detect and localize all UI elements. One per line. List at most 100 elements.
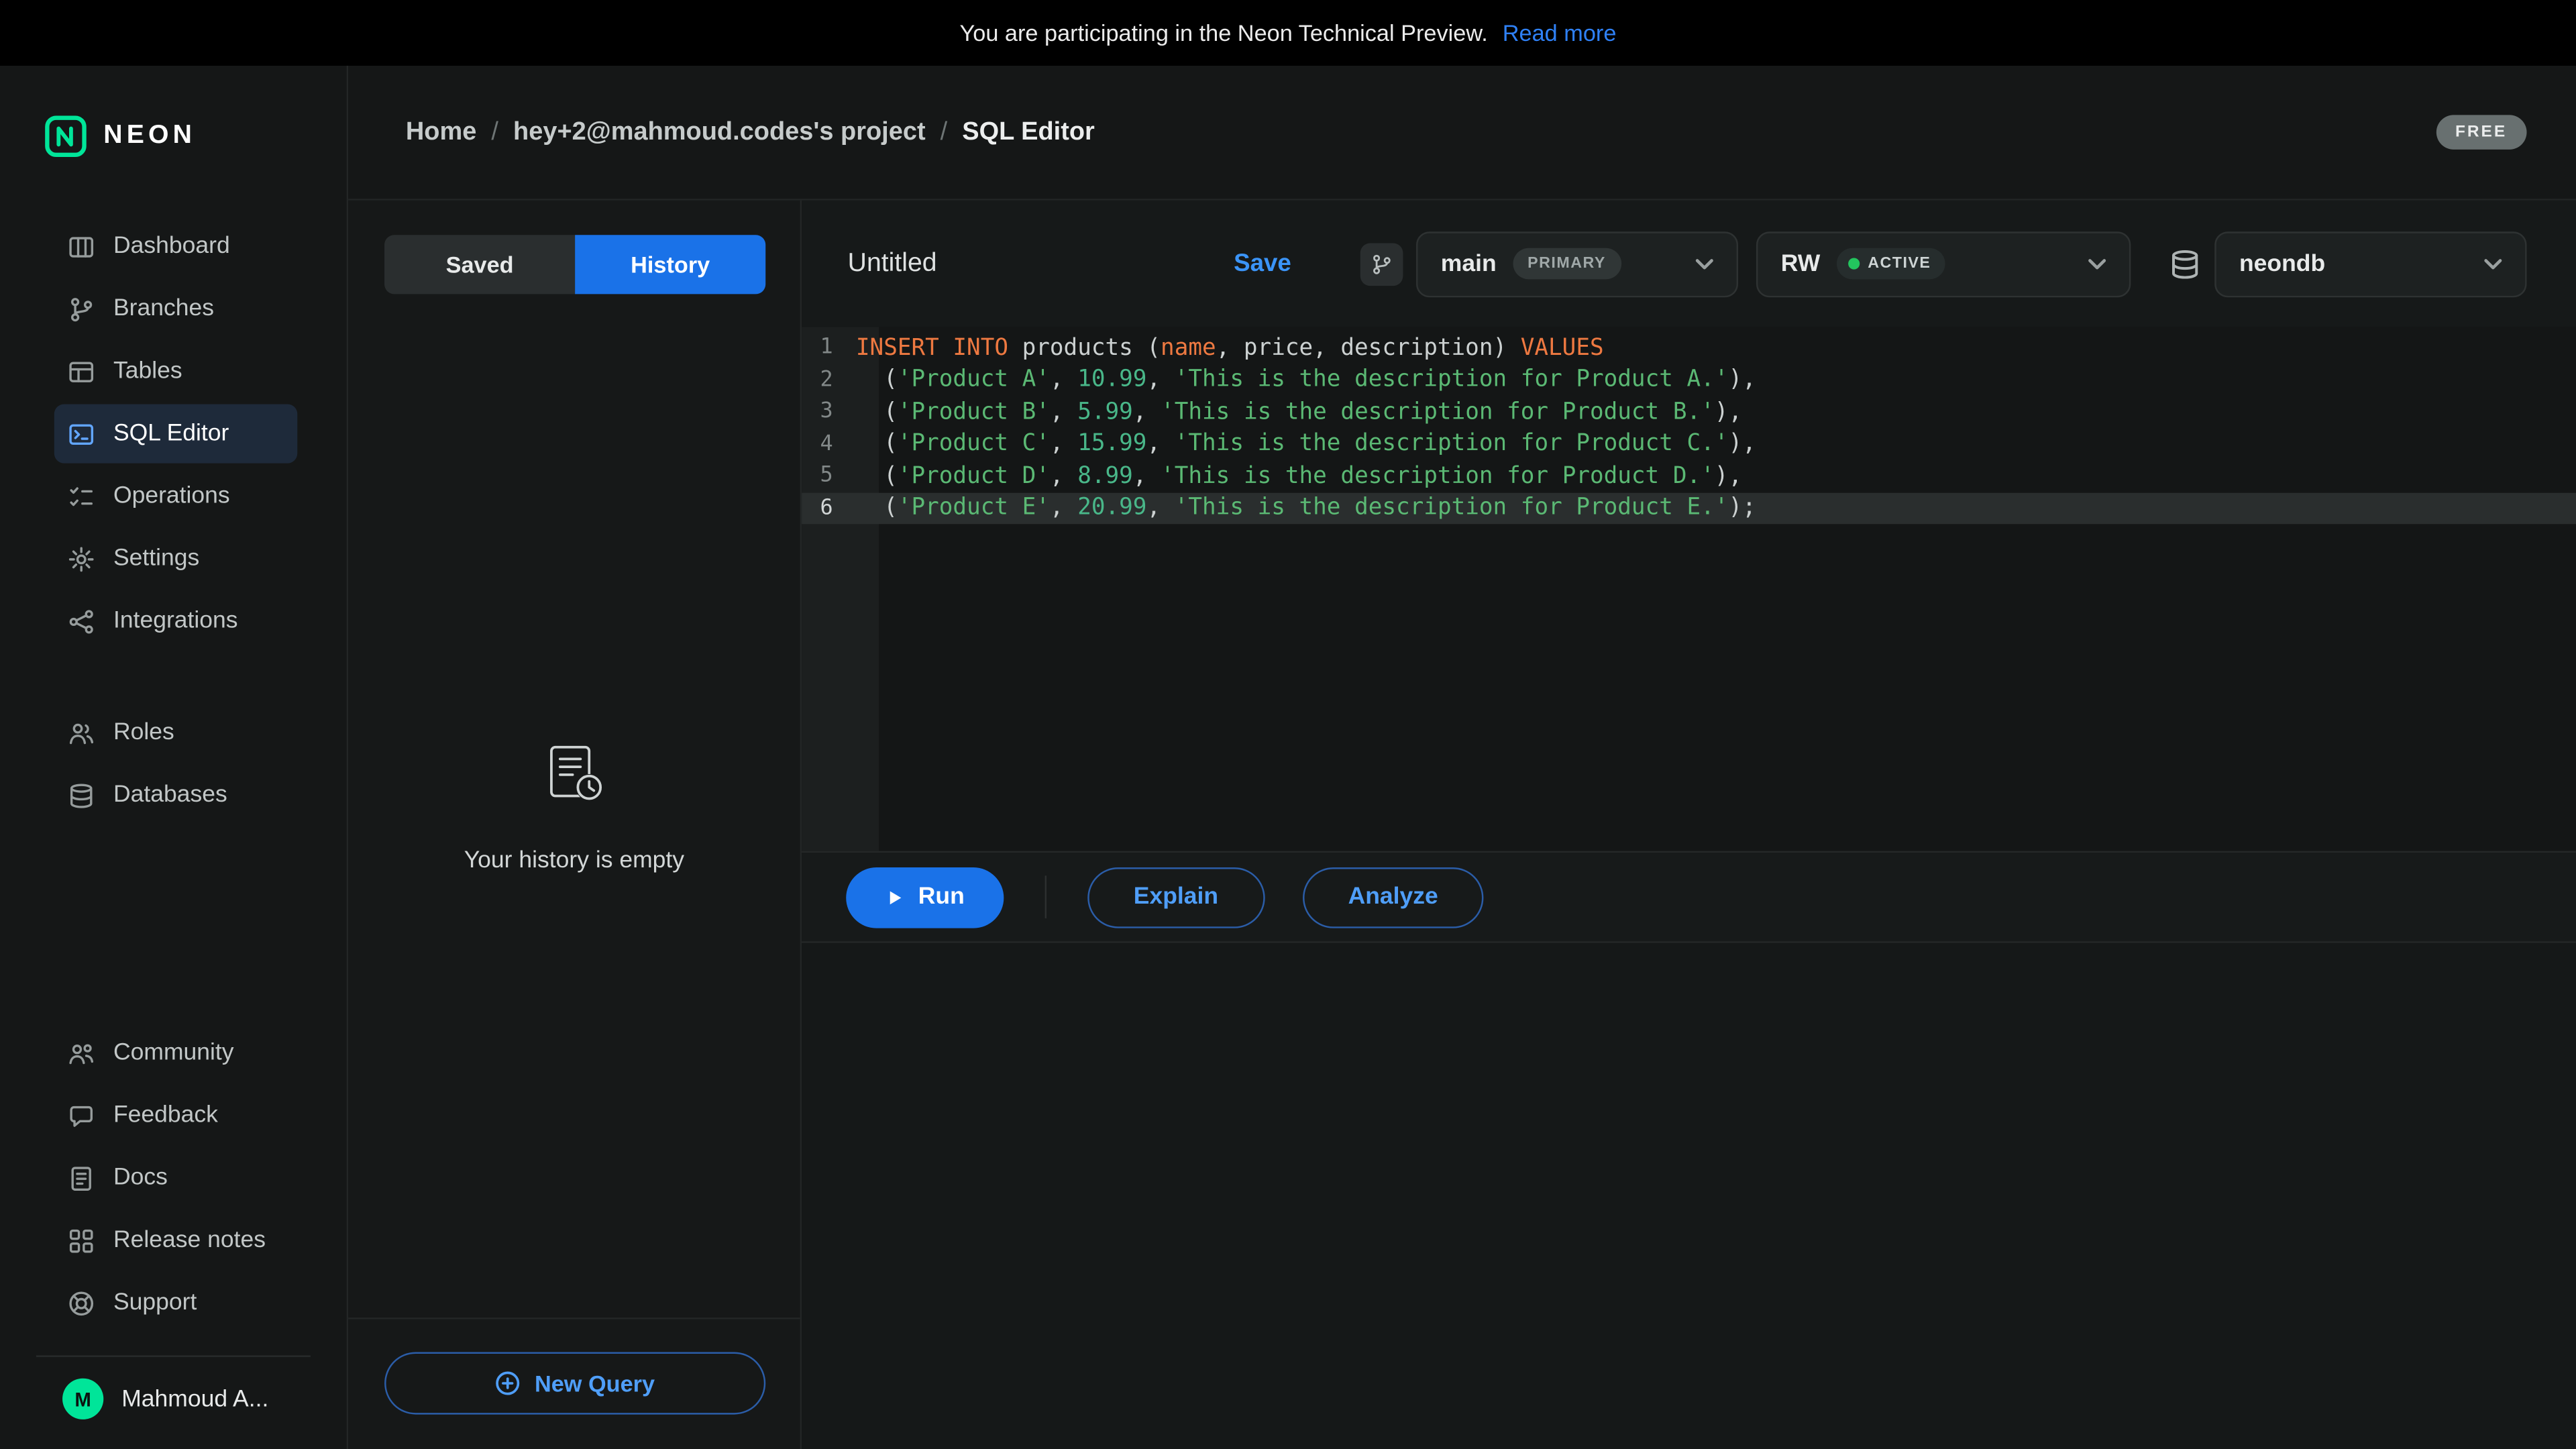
code-line[interactable]: 2 ('Product A', 10.99, 'This is the desc… xyxy=(802,364,2576,396)
neon-logo-icon xyxy=(44,115,87,158)
sidebar-item-dashboard[interactable]: Dashboard xyxy=(54,217,297,276)
code-line-text: ('Product A', 10.99, 'This is the descri… xyxy=(856,367,1756,393)
new-query-button[interactable]: New Query xyxy=(384,1352,765,1415)
compute-name: RW xyxy=(1781,250,1821,276)
status-dot xyxy=(1848,258,1860,269)
community-icon xyxy=(67,1039,95,1067)
compute-select[interactable]: RW ACTIVE xyxy=(1756,231,2131,297)
sidebar-item-label: SQL Editor xyxy=(113,421,229,447)
code-line[interactable]: 1INSERT INTO products (name, price, desc… xyxy=(802,332,2576,364)
breadcrumb-home[interactable]: Home xyxy=(406,117,476,147)
sidebar-item-label: Release notes xyxy=(113,1227,266,1253)
tab-saved[interactable]: Saved xyxy=(384,235,575,294)
database-name: neondb xyxy=(2239,250,2325,276)
save-button[interactable]: Save xyxy=(1234,250,1291,278)
analyze-button[interactable]: Analyze xyxy=(1302,867,1484,928)
docs-icon xyxy=(67,1164,95,1192)
code-editor[interactable]: 1INSERT INTO products (name, price, desc… xyxy=(802,327,2576,851)
plan-badge: FREE xyxy=(2436,115,2527,149)
sidebar: NEON Dashboard Branches Tables SQL Edi xyxy=(0,66,348,1449)
run-button[interactable]: Run xyxy=(846,867,1004,928)
sidebar-item-label: Feedback xyxy=(113,1102,218,1128)
sidebar-item-tables[interactable]: Tables xyxy=(54,341,297,400)
chevron-down-icon xyxy=(1692,252,1717,276)
code-line-text: INSERT INTO products (name, price, descr… xyxy=(856,335,1604,361)
brand-name: NEON xyxy=(103,121,196,151)
database-select[interactable]: neondb xyxy=(2214,231,2526,297)
sidebar-item-operations[interactable]: Operations xyxy=(54,467,297,526)
chevron-down-icon xyxy=(2085,252,2110,276)
code-line[interactable]: 6 ('Product E', 20.99, 'This is the desc… xyxy=(802,492,2576,524)
line-number: 2 xyxy=(802,368,856,392)
sidebar-item-feedback[interactable]: Feedback xyxy=(54,1086,297,1145)
branch-icon-button[interactable] xyxy=(1360,242,1403,285)
queries-tabs: Saved History xyxy=(384,235,765,294)
results-panel xyxy=(802,943,2576,1449)
branch-icon xyxy=(1370,252,1393,275)
sidebar-item-branches[interactable]: Branches xyxy=(54,279,297,338)
sidebar-item-sql-editor[interactable]: SQL Editor xyxy=(54,404,297,463)
sidebar-item-community[interactable]: Community xyxy=(54,1024,297,1083)
history-document-clock-icon xyxy=(537,739,612,814)
read-more-link[interactable]: Read more xyxy=(1503,19,1617,46)
avatar: M xyxy=(62,1379,103,1419)
code-line[interactable]: 5 ('Product D', 8.99, 'This is the descr… xyxy=(802,460,2576,492)
database-icon xyxy=(67,781,95,809)
sidebar-item-databases[interactable]: Databases xyxy=(54,765,297,824)
breadcrumb-current-page: SQL Editor xyxy=(962,117,1095,147)
sidebar-item-docs[interactable]: Docs xyxy=(54,1148,297,1208)
tables-icon xyxy=(67,358,95,386)
play-icon xyxy=(885,888,904,906)
explain-button[interactable]: Explain xyxy=(1087,867,1264,928)
sidebar-item-roles[interactable]: Roles xyxy=(54,703,297,762)
integrations-icon xyxy=(67,607,95,635)
code-editor-lines: 1INSERT INTO products (name, price, desc… xyxy=(802,332,2576,525)
sidebar-item-support[interactable]: Support xyxy=(54,1273,297,1332)
branch-select[interactable]: main PRIMARY xyxy=(1416,231,1738,297)
code-line[interactable]: 3 ('Product B', 5.99, 'This is the descr… xyxy=(802,396,2576,428)
query-title[interactable]: Untitled xyxy=(848,249,937,278)
brand-logo[interactable]: NEON xyxy=(0,66,347,194)
sidebar-item-label: Databases xyxy=(113,782,227,808)
sidebar-nav-footer: Community Feedback Docs Release notes Su… xyxy=(0,1024,347,1336)
app-window: You are participating in the Neon Techni… xyxy=(0,0,2576,1449)
sidebar-item-label: Settings xyxy=(113,545,199,572)
queries-panel: Saved History Your history is empty New … xyxy=(348,201,802,1449)
new-query-section: New Query xyxy=(348,1318,800,1449)
editor-header: Untitled Save main PRIMARY RW xyxy=(802,201,2576,327)
banner-text: You are participating in the Neon Techni… xyxy=(960,19,1488,46)
plus-circle-icon xyxy=(495,1370,521,1396)
run-label: Run xyxy=(918,884,965,910)
code-line[interactable]: 4 ('Product C', 15.99, 'This is the desc… xyxy=(802,428,2576,460)
operations-icon xyxy=(67,482,95,511)
history-empty-text: Your history is empty xyxy=(464,847,684,873)
code-line-text: ('Product B', 5.99, 'This is the descrip… xyxy=(856,398,1742,425)
technical-preview-banner: You are participating in the Neon Techni… xyxy=(0,0,2576,66)
sidebar-nav-secondary: Roles Databases xyxy=(0,680,347,828)
tab-history[interactable]: History xyxy=(575,235,765,294)
history-empty-state: Your history is empty xyxy=(348,294,800,1318)
branches-icon xyxy=(67,295,95,323)
sidebar-nav-main: Dashboard Branches Tables SQL Editor Ope… xyxy=(0,194,347,654)
breadcrumb-project[interactable]: hey+2@mahmoud.codes's project xyxy=(513,117,926,147)
user-menu[interactable]: M Mahmoud A... xyxy=(0,1357,347,1449)
editor-actions: Run Explain Analyze xyxy=(802,851,2576,943)
top-header: Home / hey+2@mahmoud.codes's project / S… xyxy=(348,66,2576,201)
sidebar-item-label: Docs xyxy=(113,1165,168,1191)
breadcrumb: Home / hey+2@mahmoud.codes's project / S… xyxy=(406,117,1095,147)
sidebar-item-label: Roles xyxy=(113,720,174,746)
actions-divider xyxy=(1045,875,1046,918)
sidebar-item-label: Community xyxy=(113,1040,234,1066)
dashboard-icon xyxy=(67,233,95,261)
sidebar-item-label: Tables xyxy=(113,358,182,384)
breadcrumb-separator: / xyxy=(491,117,498,147)
sidebar-item-release-notes[interactable]: Release notes xyxy=(54,1211,297,1270)
line-number: 4 xyxy=(802,431,856,456)
new-query-label: New Query xyxy=(535,1370,655,1396)
sidebar-item-label: Operations xyxy=(113,483,230,509)
sidebar-item-settings[interactable]: Settings xyxy=(54,529,297,588)
gear-icon xyxy=(67,545,95,573)
active-badge-label: ACTIVE xyxy=(1868,255,1931,273)
sidebar-item-label: Dashboard xyxy=(113,233,230,260)
sidebar-item-integrations[interactable]: Integrations xyxy=(54,592,297,651)
